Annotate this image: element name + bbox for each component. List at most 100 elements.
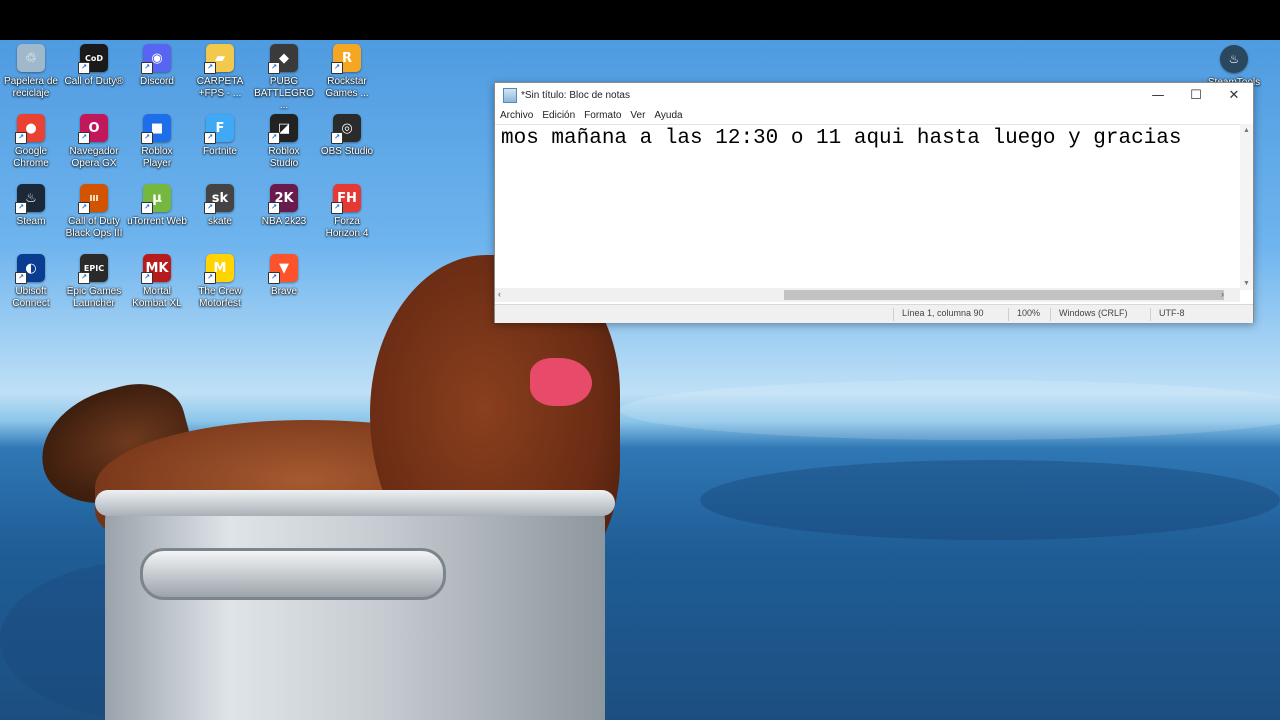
desktop-icon-label: NBA 2k23	[261, 216, 307, 227]
desktop-icon-epic-games[interactable]: EPIC ↗ Epic Games Launcher	[64, 254, 124, 310]
desktop-icon-black-ops-iii[interactable]: III ↗ Call of Duty Black Ops III	[64, 184, 124, 240]
nba-2k23-icon: 2K ↗	[268, 184, 298, 214]
desktop-icon-skate[interactable]: sk ↗ skate	[190, 184, 250, 228]
desktop-icon-mortal-kombat[interactable]: MK ↗ Mortal Kombat XL	[127, 254, 187, 310]
shortcut-arrow-icon: ↗	[204, 132, 216, 144]
desktop-icon-ubisoft[interactable]: ◐ ↗ Ubisoft Connect	[1, 254, 61, 310]
desktop-icon-rockstar[interactable]: R ↗ Rockstar Games ...	[317, 44, 377, 100]
desktop-icon-utorrent[interactable]: µ ↗ uTorrent Web	[127, 184, 187, 228]
shortcut-arrow-icon: ↗	[331, 132, 343, 144]
cooking-pot	[105, 500, 605, 720]
shortcut-arrow-icon: ↗	[78, 272, 90, 284]
call-of-duty-icon: CoD ↗	[78, 44, 108, 74]
discord-icon: ◉ ↗	[141, 44, 171, 74]
desktop-icon-label: Rockstar Games ...	[325, 76, 369, 99]
desktop-icon-label: Discord	[140, 76, 174, 87]
steamtools-icon: ♨	[1220, 45, 1248, 73]
shortcut-arrow-icon: ↗	[141, 132, 153, 144]
horizontal-scroll-thumb[interactable]	[784, 290, 1224, 300]
desktop-icon-label: Navegador Opera GX	[69, 146, 119, 169]
desktop-icon-folder[interactable]: ▰ ↗ CARPETA +FPS - ...	[190, 44, 250, 100]
status-position: Línea 1, columna 90	[893, 308, 984, 321]
desktop-icon-label: Papelera de reciclaje	[4, 76, 58, 99]
fortnite-icon: F ↗	[204, 114, 234, 144]
editor-text[interactable]: mos mañana a las 12:30 o 11 aqui hasta l…	[501, 127, 1182, 150]
horizontal-scrollbar[interactable]: ‹ ›	[495, 288, 1240, 302]
desktop-icon-the-crew[interactable]: M ↗ The Crew Motorfest	[190, 254, 250, 310]
desktop-icon-label: Call of Duty Black Ops III	[65, 216, 123, 239]
desktop-icon-label: Ubisoft Connect	[12, 286, 50, 309]
shortcut-arrow-icon: ↗	[78, 62, 90, 74]
menu-ayuda[interactable]: Ayuda	[654, 110, 682, 121]
desktop-icon-label: uTorrent Web	[127, 216, 187, 227]
desktop-icon-pubg[interactable]: ◆ ↗ PUBG BATTLEGRO...	[254, 44, 314, 112]
cooking-pot-handle	[140, 548, 446, 600]
status-encoding: UTF-8	[1150, 308, 1185, 321]
desktop-icon-label: Brave	[270, 286, 298, 297]
notepad-window[interactable]: *Sin título: Bloc de notas — ☐ ✕ Archivo…	[494, 82, 1254, 323]
shortcut-arrow-icon: ↗	[141, 272, 153, 284]
ubisoft-icon: ◐ ↗	[15, 254, 45, 284]
desktop-icon-label: PUBG BATTLEGRO...	[254, 76, 314, 111]
chrome-icon: ● ↗	[15, 114, 45, 144]
vertical-scrollbar[interactable]: ▲ ▼	[1240, 124, 1253, 290]
maximize-button[interactable]: ☐	[1177, 83, 1215, 107]
brave-icon: ▼ ↗	[268, 254, 298, 284]
opera-gx-icon: O ↗	[78, 114, 108, 144]
shortcut-arrow-icon: ↗	[331, 62, 343, 74]
close-button[interactable]: ✕	[1215, 83, 1253, 107]
pubg-icon: ◆ ↗	[268, 44, 298, 74]
cooking-pot-rim	[95, 490, 615, 516]
desktop-icon-roblox-player[interactable]: ■ ↗ Roblox Player	[127, 114, 187, 170]
notepad-title-bar[interactable]: *Sin título: Bloc de notas — ☐ ✕	[495, 83, 1253, 107]
shortcut-arrow-icon: ↗	[15, 272, 27, 284]
desktop-icon-fortnite[interactable]: F ↗ Fortnite	[190, 114, 250, 158]
shortcut-arrow-icon: ↗	[268, 132, 280, 144]
desktop-icon-opera-gx[interactable]: O ↗ Navegador Opera GX	[64, 114, 124, 170]
desktop-icon-roblox-studio[interactable]: ◪ ↗ Roblox Studio	[254, 114, 314, 170]
status-line-endings: Windows (CRLF)	[1050, 308, 1128, 321]
menu-formato[interactable]: Formato	[584, 110, 621, 121]
desktop-icon-recycle-bin[interactable]: ♲ Papelera de reciclaje	[1, 44, 61, 100]
desktop-icon-label: Call of Duty®	[64, 76, 124, 87]
shortcut-arrow-icon: ↗	[141, 62, 153, 74]
desktop-icon-label: skate	[208, 216, 232, 227]
menu-archivo[interactable]: Archivo	[500, 110, 533, 121]
rockstar-icon: R ↗	[331, 44, 361, 74]
desktop-icon-nba-2k23[interactable]: 2K ↗ NBA 2k23	[254, 184, 314, 228]
black-ops-iii-icon: III ↗	[78, 184, 108, 214]
shortcut-arrow-icon: ↗	[204, 62, 216, 74]
desktop-icon-steam[interactable]: ♨ ↗ Steam	[1, 184, 61, 228]
desktop-icon-call-of-duty[interactable]: CoD ↗ Call of Duty®	[64, 44, 124, 88]
scroll-down-icon[interactable]: ▼	[1243, 280, 1250, 287]
window-title: *Sin título: Bloc de notas	[521, 89, 630, 101]
top-black-bar	[0, 0, 1280, 40]
shortcut-arrow-icon: ↗	[204, 272, 216, 284]
desktop-icon-obs[interactable]: ◎ ↗ OBS Studio	[317, 114, 377, 158]
scroll-up-icon[interactable]: ▲	[1243, 127, 1250, 134]
menu-ver[interactable]: Ver	[630, 110, 645, 121]
scroll-right-icon[interactable]: ›	[1221, 289, 1224, 299]
status-bar: Línea 1, columna 90 100% Windows (CRLF) …	[495, 304, 1253, 323]
roblox-player-icon: ■ ↗	[141, 114, 171, 144]
menu-edicion[interactable]: Edición	[542, 110, 575, 121]
minimize-button[interactable]: —	[1139, 83, 1177, 107]
desktop-icon-chrome[interactable]: ● ↗ Google Chrome	[1, 114, 61, 170]
shortcut-arrow-icon: ↗	[268, 272, 280, 284]
scroll-left-icon[interactable]: ‹	[498, 289, 501, 299]
roblox-studio-icon: ◪ ↗	[268, 114, 298, 144]
desktop-icon-brave[interactable]: ▼ ↗ Brave	[254, 254, 314, 298]
status-zoom: 100%	[1008, 308, 1040, 321]
shortcut-arrow-icon: ↗	[268, 202, 280, 214]
desktop-icon-label: OBS Studio	[320, 146, 374, 157]
desktop-icon-label: Fortnite	[203, 146, 237, 157]
desktop-icon-label: Roblox Player	[141, 146, 173, 169]
desktop-icon-label: CARPETA +FPS - ...	[196, 76, 244, 99]
shortcut-arrow-icon: ↗	[268, 62, 280, 74]
desktop-icon-discord[interactable]: ◉ ↗ Discord	[127, 44, 187, 88]
shortcut-arrow-icon: ↗	[78, 132, 90, 144]
desktop-icon-forza[interactable]: FH ↗ Forza Horizon 4	[317, 184, 377, 240]
shortcut-arrow-icon: ↗	[78, 202, 90, 214]
steam-icon: ♨ ↗	[15, 184, 45, 214]
desktop-icon-label: Forza Horizon 4	[325, 216, 369, 239]
